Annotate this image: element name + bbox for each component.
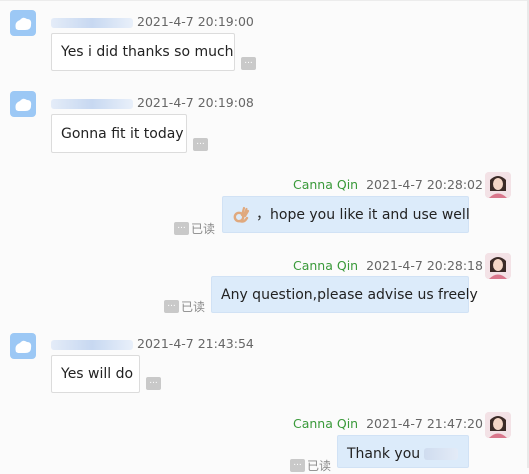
more-options-button[interactable]: ... (164, 300, 179, 313)
message-time: 2021-4-7 20:28:02 (366, 177, 483, 192)
read-label: 已读 (307, 458, 332, 473)
message-bubble[interactable]: Yes i did thanks so much (51, 33, 235, 71)
more-options-button[interactable]: ... (174, 222, 189, 235)
message-text: Gonna fit it today (61, 126, 184, 142)
message-bubble[interactable]: Thank you (337, 435, 469, 468)
message-text: ，hope you like it and use well (256, 207, 470, 223)
read-label: 已读 (181, 299, 206, 314)
read-label: 已读 (191, 221, 216, 236)
message-meta: Canna Qin 2021-4-7 20:28:02 (293, 176, 483, 194)
message-bubble[interactable]: ，hope you like it and use well (222, 196, 470, 233)
agent-name: Canna Qin (293, 416, 359, 431)
customer-name-redacted (51, 17, 133, 28)
customer-name-redacted (51, 98, 133, 109)
message-meta: Canna Qin 2021-4-7 21:47:20 (293, 415, 483, 433)
message-meta: 2021-4-7 20:19:08 (51, 94, 254, 112)
more-options-button[interactable]: ... (146, 377, 161, 390)
customer-avatar[interactable] (10, 10, 36, 36)
ok-hand-icon (232, 206, 250, 224)
message-meta: Canna Qin 2021-4-7 20:28:18 (293, 257, 483, 275)
message-text: Thank you (347, 446, 421, 462)
customer-name-redacted (51, 339, 133, 350)
top-border (0, 0, 529, 1)
read-status: ... 已读 (164, 296, 206, 314)
message-text: Yes will do (61, 366, 134, 382)
message-bubble[interactable]: Yes will do (51, 355, 140, 393)
message-meta: 2021-4-7 21:43:54 (51, 335, 254, 353)
more-options-button[interactable]: ... (241, 57, 256, 70)
agent-avatar[interactable] (485, 172, 511, 198)
more-options-button[interactable]: ... (193, 138, 208, 151)
message-meta: 2021-4-7 20:19:00 (51, 13, 254, 31)
message-text: Any question,please advise us freely (221, 287, 478, 303)
redacted-text (424, 448, 459, 460)
message-time: 2021-4-7 20:19:00 (137, 14, 254, 29)
message-bubble[interactable]: Any question,please advise us freely (211, 276, 478, 313)
agent-name: Canna Qin (293, 177, 359, 192)
more-options-button[interactable]: ... (290, 459, 305, 472)
message-time: 2021-4-7 20:28:18 (366, 258, 483, 273)
message-text: Yes i did thanks so much (61, 44, 234, 60)
message-bubble[interactable]: Gonna fit it today (51, 114, 187, 153)
read-status: ... 已读 (174, 218, 216, 236)
message-time: 2021-4-7 20:19:08 (137, 95, 254, 110)
message-time: 2021-4-7 21:43:54 (137, 336, 254, 351)
agent-avatar[interactable] (485, 412, 511, 438)
message-time: 2021-4-7 21:47:20 (366, 416, 483, 431)
agent-avatar[interactable] (485, 253, 511, 279)
customer-avatar[interactable] (10, 91, 36, 117)
customer-avatar[interactable] (10, 333, 36, 359)
read-status: ... 已读 (290, 455, 332, 473)
agent-name: Canna Qin (293, 258, 359, 273)
